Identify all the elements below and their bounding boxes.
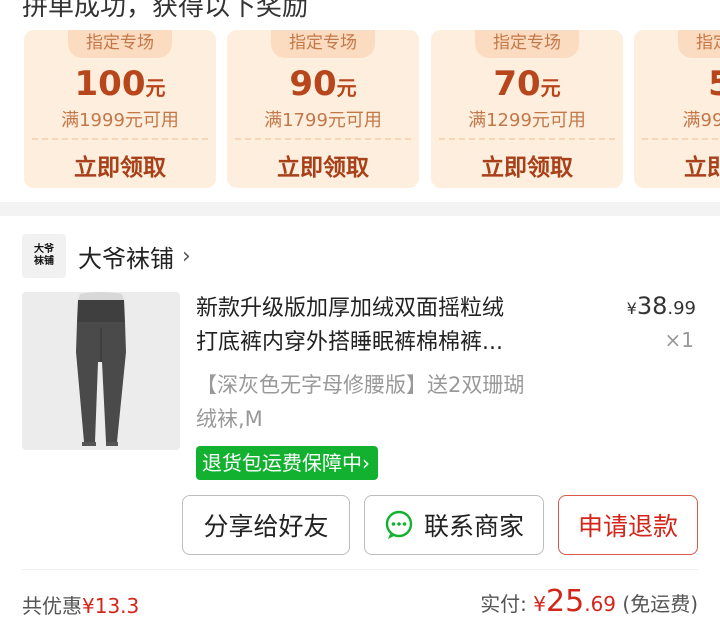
coupon-amount: 5元 [708, 64, 720, 104]
shop-logo: 大爷 袜铺 [22, 234, 66, 278]
claim-coupon-button[interactable]: 立即领取 [431, 148, 623, 182]
coupon-amount: 70元 [493, 64, 561, 104]
claim-coupon-button[interactable]: 立即领取 [634, 148, 720, 182]
chevron-right-icon: › [362, 451, 370, 475]
shipping-guarantee-badge[interactable]: 退货包运费保障中› [196, 446, 378, 480]
coupon-tag: 指定专场 [68, 30, 172, 58]
product-image[interactable] [22, 292, 180, 450]
reward-title: 拼单成功，获得以下奖励 [22, 0, 309, 22]
coupon-amount: 90元 [289, 64, 357, 104]
divider [22, 569, 698, 570]
coupon-condition: 满99元可用 [682, 110, 720, 131]
amount-paid: 实付: ¥25.69 (免运费) [480, 584, 698, 619]
coupon-condition: 满1299元可用 [468, 110, 586, 131]
coupon-condition: 满1999元可用 [61, 110, 179, 131]
total-discount: 共优惠¥13.3 [22, 594, 140, 618]
claim-coupon-button[interactable]: 立即领取 [24, 148, 216, 182]
coupon-condition: 满1799元可用 [264, 110, 382, 131]
coupon-divider [235, 138, 411, 140]
product-price: ¥38.99 [626, 292, 696, 320]
shop-name: 大爷袜铺 [78, 244, 174, 273]
leggings-image [22, 292, 180, 450]
refund-button[interactable]: 申请退款 [558, 495, 698, 555]
coupon-divider [642, 138, 720, 140]
coupon-card[interactable]: 指定专场 70元 满1299元可用 立即领取 [431, 30, 623, 188]
shop-header[interactable]: 大爷 袜铺 大爷袜铺 › [22, 234, 191, 278]
coupon-amount: 100元 [74, 64, 166, 104]
coupon-section: 拼单成功，获得以下奖励 指定专场 100元 满1999元可用 立即领取 指定专场… [0, 0, 720, 202]
chevron-right-icon: › [182, 243, 191, 269]
coupon-card[interactable]: 指定专场 5元 满99元可用 立即领取 [634, 30, 720, 188]
coupon-card[interactable]: 指定专场 100元 满1999元可用 立即领取 [24, 30, 216, 188]
coupon-tag: 指定专场 [475, 30, 579, 58]
claim-coupon-button[interactable]: 立即领取 [227, 148, 419, 182]
section-gap [0, 202, 720, 216]
order-card: 大爷 袜铺 大爷袜铺 › 新款升级版加厚加绒双面摇粒绒 打底裤内穿外搭睡眠裤棉棉… [0, 216, 720, 644]
coupon-divider [32, 138, 208, 140]
product-spec: 【深灰色无字母修腰版】送2双珊瑚 绒袜,M [196, 373, 525, 431]
coupon-divider [439, 138, 615, 140]
product-quantity: ×1 [664, 328, 694, 352]
coupon-card[interactable]: 指定专场 90元 满1799元可用 立即领取 [227, 30, 419, 188]
contact-seller-button[interactable]: 联系商家 [364, 495, 544, 555]
product-title[interactable]: 新款升级版加厚加绒双面摇粒绒 打底裤内穿外搭睡眠裤棉棉裤... [196, 292, 586, 360]
coupon-tag: 指定专场 [678, 30, 720, 58]
coupon-tag: 指定专场 [271, 30, 375, 58]
chat-bubble-icon [385, 510, 413, 539]
share-button[interactable]: 分享给好友 [182, 495, 350, 555]
